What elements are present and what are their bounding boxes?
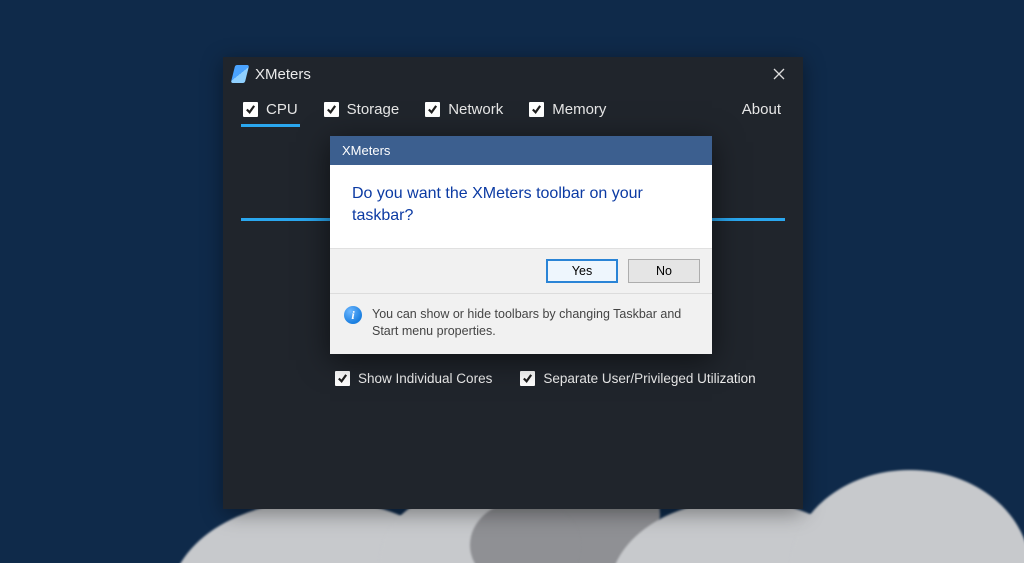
dialog-actions: Yes No — [330, 248, 712, 293]
option-label: Separate User/Privileged Utilization — [543, 371, 755, 386]
tab-label: Memory — [552, 101, 606, 118]
tab-about[interactable]: About — [740, 97, 785, 127]
dialog-footer: i You can show or hide toolbars by chang… — [330, 293, 712, 354]
tab-bar: CPU Storage Network Memory About — [223, 91, 803, 129]
tab-label: Storage — [347, 101, 400, 118]
close-icon — [773, 68, 785, 80]
smoke-cloud — [470, 500, 580, 563]
dialog-hint: You can show or hide toolbars by changin… — [372, 306, 698, 340]
checkbox-icon — [520, 371, 535, 386]
option-label: Show Individual Cores — [358, 371, 492, 386]
tab-memory[interactable]: Memory — [527, 97, 608, 127]
confirm-dialog: XMeters Do you want the XMeters toolbar … — [330, 136, 712, 354]
smoke-cloud — [170, 500, 470, 563]
window-title: XMeters — [255, 66, 311, 83]
dialog-question: Do you want the XMeters toolbar on your … — [330, 165, 712, 248]
tab-label: CPU — [266, 101, 298, 118]
checkbox-icon — [529, 102, 544, 117]
tab-label: About — [742, 101, 781, 118]
tab-label: Network — [448, 101, 503, 118]
smoke-cloud — [610, 500, 870, 563]
close-button[interactable] — [765, 60, 793, 88]
yes-button[interactable]: Yes — [546, 259, 618, 283]
option-separate-utilization[interactable]: Separate User/Privileged Utilization — [520, 371, 755, 386]
checkbox-icon — [425, 102, 440, 117]
checkbox-icon — [335, 371, 350, 386]
tab-storage[interactable]: Storage — [322, 97, 402, 127]
info-icon: i — [344, 306, 362, 324]
dialog-title: XMeters — [330, 136, 712, 165]
smoke-cloud — [790, 470, 1024, 563]
checkbox-icon — [243, 102, 258, 117]
app-logo-icon — [231, 65, 249, 83]
tab-cpu[interactable]: CPU — [241, 97, 300, 127]
option-individual-cores[interactable]: Show Individual Cores — [335, 371, 492, 386]
cpu-options-row: Show Individual Cores Separate User/Priv… — [335, 371, 756, 386]
checkbox-icon — [324, 102, 339, 117]
tab-network[interactable]: Network — [423, 97, 505, 127]
no-button[interactable]: No — [628, 259, 700, 283]
titlebar: XMeters — [223, 57, 803, 91]
